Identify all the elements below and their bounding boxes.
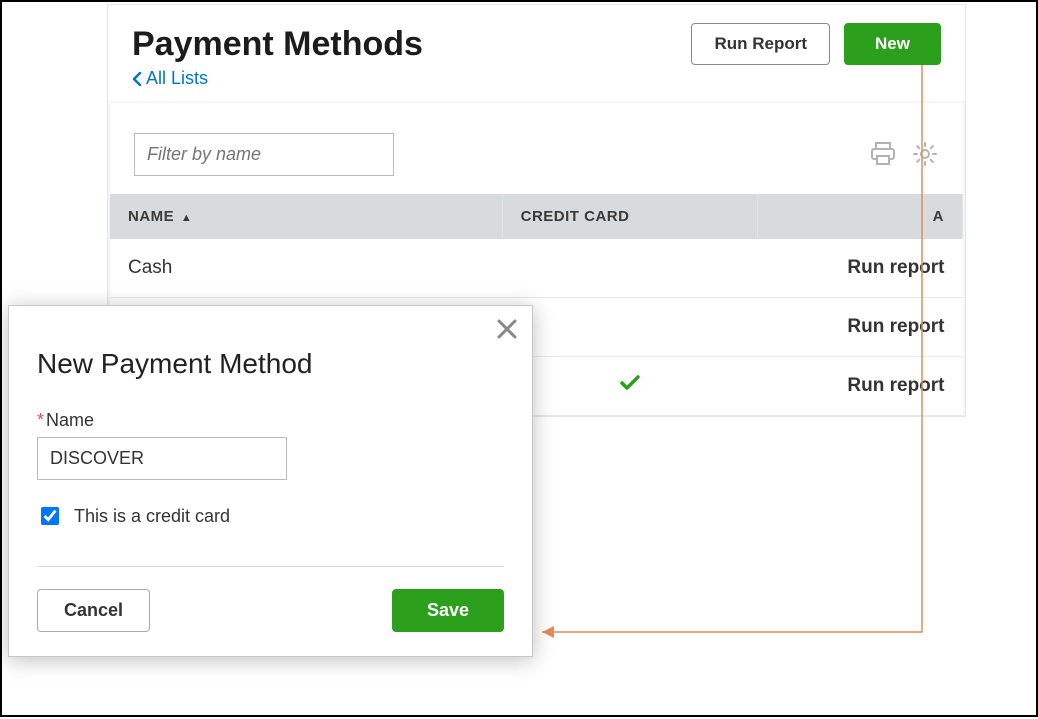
col-name[interactable]: NAME ▲ [110,194,502,239]
toolbar-row [110,133,963,194]
credit-card-checkbox[interactable] [41,507,59,525]
run-report-button[interactable]: Run Report [691,23,830,65]
required-asterisk: * [37,410,44,430]
header-row: Payment Methods Run Report New [108,5,965,67]
run-report-link[interactable]: Run report [847,375,944,396]
run-report-link[interactable]: Run report [847,316,944,337]
cell-credit [502,239,758,298]
printer-icon[interactable] [869,141,897,167]
credit-card-checkbox-row[interactable]: This is a credit card [37,504,504,528]
modal-title: New Payment Method [37,348,504,380]
cell-name: Cash [110,239,502,298]
gear-icon[interactable] [911,140,939,168]
cell-action: Run report [758,356,963,415]
save-button[interactable]: Save [392,589,504,632]
toolbar-icons [869,140,939,168]
run-report-link[interactable]: Run report [847,257,944,278]
cell-action: Run report [758,239,963,298]
cell-credit [502,297,758,356]
all-lists-label: All Lists [146,68,208,89]
modal-footer: Cancel Save [37,589,504,632]
cancel-button[interactable]: Cancel [37,589,150,632]
credit-card-checkbox-label: This is a credit card [74,506,230,527]
new-button[interactable]: New [844,23,941,65]
all-lists-link[interactable]: All Lists [132,68,208,89]
check-icon [620,375,640,391]
col-action[interactable]: A [758,194,963,239]
close-icon[interactable] [496,318,518,345]
new-payment-method-modal: New Payment Method *Name This is a credi… [8,305,533,657]
cell-action: Run report [758,297,963,356]
cell-credit [502,356,758,415]
table-row: Cash Run report [110,239,963,298]
chevron-left-icon [132,72,142,86]
name-field[interactable] [37,437,287,480]
col-credit-card[interactable]: CREDIT CARD [502,194,758,239]
name-field-label: *Name [37,410,504,431]
sort-asc-icon: ▲ [181,212,192,224]
filter-input[interactable] [134,133,394,176]
modal-divider [37,566,504,567]
page-title: Payment Methods [132,25,691,64]
breadcrumb: All Lists [108,68,965,101]
